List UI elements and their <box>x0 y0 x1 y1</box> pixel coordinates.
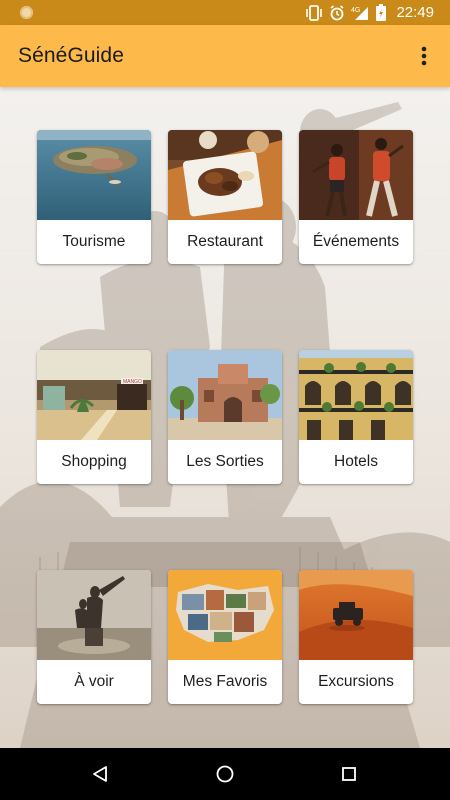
tile-label: À voir <box>74 673 114 690</box>
status-icons: 4G 22:49 <box>299 0 450 25</box>
dancers-photo <box>299 130 413 220</box>
desert-jeep-photo <box>299 570 413 660</box>
alarm-icon <box>330 4 344 20</box>
tile-label: Restaurant <box>187 233 263 250</box>
nav-recents-button[interactable] <box>337 762 361 786</box>
svg-text:MANGO: MANGO <box>123 379 142 385</box>
nav-back-button[interactable] <box>88 762 112 786</box>
screen: 4G 22:49 SénéGuide Tourisme Restaurant É… <box>0 0 450 800</box>
tile-hotels[interactable]: Hotels <box>299 350 413 484</box>
notification-dot-icon <box>20 6 33 19</box>
app-title: SénéGuide <box>18 44 124 67</box>
nav-home-button[interactable] <box>213 762 237 786</box>
home-icon <box>216 765 234 783</box>
vibrate-icon <box>306 4 323 21</box>
battery-icon <box>376 4 387 21</box>
svg-text:4G: 4G <box>351 7 360 14</box>
tile-label: Hotels <box>334 453 378 470</box>
tile-label: Événements <box>312 233 400 250</box>
hotel-balcony-photo <box>299 350 413 440</box>
tile-tourisme[interactable]: Tourisme <box>37 130 151 264</box>
map-collage-photo <box>168 570 282 660</box>
status-bar: 4G 22:49 <box>0 0 450 25</box>
tile-excursions[interactable]: Excursions <box>299 570 413 704</box>
signal-icon: 4G <box>351 6 369 20</box>
tile-les-sorties[interactable]: Les Sorties <box>168 350 282 484</box>
tile-mes-favoris[interactable]: Mes Favoris <box>168 570 282 704</box>
food-plate-photo <box>168 130 282 220</box>
back-icon <box>93 766 107 782</box>
building-photo <box>168 350 282 440</box>
tile-shopping[interactable]: MANGO Shopping <box>37 350 151 484</box>
recents-icon <box>342 767 356 781</box>
tile-label: Shopping <box>61 453 127 470</box>
more-vert-icon <box>421 46 427 66</box>
island-photo <box>37 130 151 220</box>
tile-label: Les Sorties <box>186 453 264 470</box>
tile-label: Mes Favoris <box>182 673 268 690</box>
monument-photo <box>37 570 151 660</box>
clock: 22:49 <box>396 4 434 21</box>
app-bar: SénéGuide <box>0 25 450 87</box>
tile-evenements[interactable]: Événements <box>299 130 413 264</box>
mall-photo: MANGO <box>37 350 151 440</box>
tile-label: Excursions <box>318 673 394 690</box>
tile-restaurant[interactable]: Restaurant <box>168 130 282 264</box>
system-nav-bar <box>0 748 450 800</box>
tile-a-voir[interactable]: À voir <box>37 570 151 704</box>
tile-label: Tourisme <box>62 233 126 250</box>
overflow-menu-button[interactable] <box>408 40 440 72</box>
